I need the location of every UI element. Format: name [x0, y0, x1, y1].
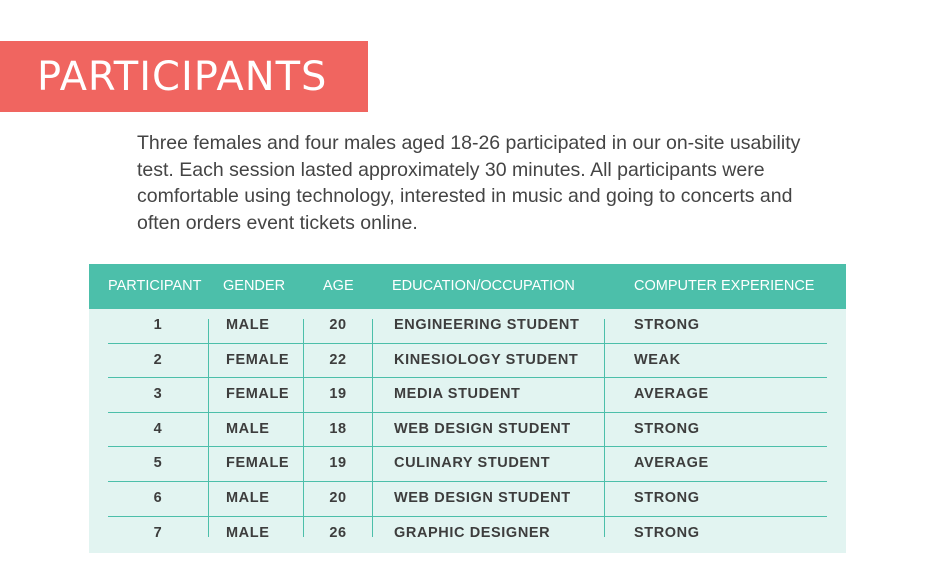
occupation-cell: WEB DESIGN STUDENT [394, 489, 571, 506]
header-education-occupation: EDUCATION/OCCUPATION [392, 278, 575, 294]
title-banner: PARTICIPANTS [0, 41, 368, 112]
table-row: 4 MALE 18 WEB DESIGN STUDENT STRONG [108, 413, 827, 448]
age-cell: 19 [329, 455, 347, 472]
occupation-cell: WEB DESIGN STUDENT [394, 420, 571, 437]
intro-paragraph: Three females and four males aged 18-26 … [137, 132, 801, 234]
age-cell: 19 [329, 386, 347, 403]
experience-cell: STRONG [634, 420, 700, 437]
participant-cell: 3 [153, 386, 163, 403]
occupation-cell: GRAPHIC DESIGNER [394, 524, 551, 541]
age-cell: 22 [329, 351, 347, 368]
participant-cell: 2 [153, 351, 163, 368]
age-cell: 18 [329, 420, 347, 437]
page-title: PARTICIPANTS [37, 53, 328, 100]
experience-cell: AVERAGE [634, 455, 709, 472]
table-row: 1 MALE 20 ENGINEERING STUDENT STRONG [108, 309, 827, 344]
participant-cell: 7 [153, 524, 163, 541]
participant-cell: 4 [153, 420, 163, 437]
participant-cell: 5 [153, 455, 163, 472]
gender-cell: FEMALE [226, 351, 290, 368]
gender-cell: FEMALE [226, 455, 290, 472]
table-row: 7 MALE 26 GRAPHIC DESIGNER STRONG [108, 517, 827, 551]
age-cell: 20 [329, 489, 347, 506]
occupation-cell: CULINARY STUDENT [394, 455, 551, 472]
gender-cell: MALE [226, 524, 270, 541]
gender-cell: MALE [226, 420, 270, 437]
gender-cell: MALE [226, 317, 270, 333]
experience-cell: AVERAGE [634, 386, 709, 403]
gender-cell: MALE [226, 489, 270, 506]
table-body: 1 MALE 20 ENGINEERING STUDENT STRONG 2 F… [108, 309, 827, 550]
table-row: 6 MALE 20 WEB DESIGN STUDENT STRONG [108, 482, 827, 517]
experience-cell: STRONG [634, 489, 700, 506]
experience-cell: WEAK [634, 351, 681, 368]
header-computer-experience: COMPUTER EXPERIENCE [634, 278, 815, 294]
age-cell: 26 [329, 524, 347, 541]
occupation-cell: ENGINEERING STUDENT [394, 317, 580, 333]
table-header: PARTICIPANT GENDER AGE EDUCATION/OCCUPAT… [89, 264, 846, 309]
occupation-cell: KINESIOLOGY STUDENT [394, 351, 579, 368]
experience-cell: STRONG [634, 317, 700, 333]
occupation-cell: MEDIA STUDENT [394, 386, 521, 403]
header-participant: PARTICIPANT [108, 278, 202, 294]
participant-cell: 1 [153, 317, 163, 333]
gender-cell: FEMALE [226, 386, 290, 403]
participant-cell: 6 [153, 489, 163, 506]
experience-cell: STRONG [634, 524, 700, 541]
table-row: 2 FEMALE 22 KINESIOLOGY STUDENT WEAK [108, 344, 827, 379]
age-cell: 20 [329, 317, 347, 333]
table-row: 5 FEMALE 19 CULINARY STUDENT AVERAGE [108, 447, 827, 482]
header-gender: GENDER [223, 278, 286, 294]
header-age: AGE [323, 278, 354, 294]
table-row: 3 FEMALE 19 MEDIA STUDENT AVERAGE [108, 378, 827, 413]
participants-table: PARTICIPANT GENDER AGE EDUCATION/OCCUPAT… [89, 264, 846, 553]
